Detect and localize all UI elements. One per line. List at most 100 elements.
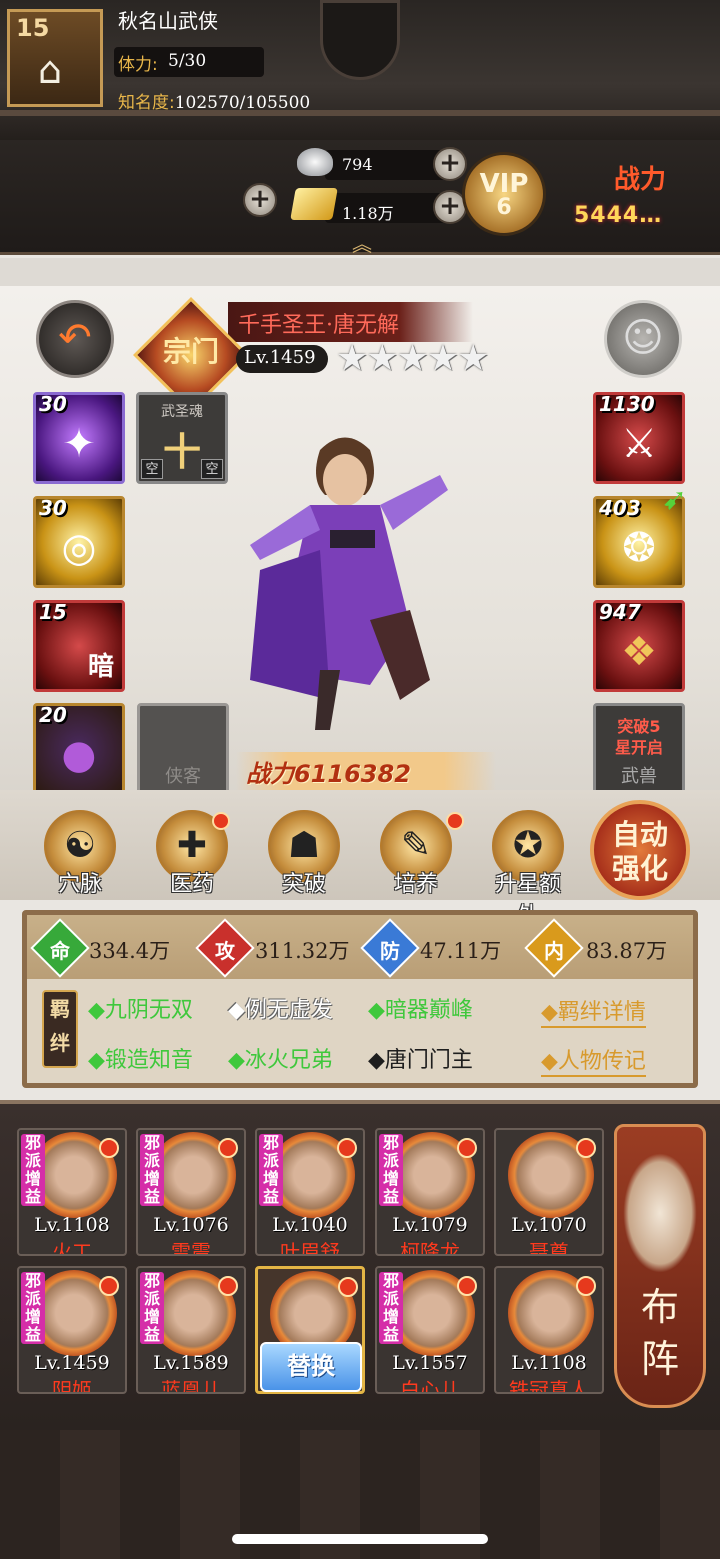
add-silver-button[interactable]: + (433, 147, 467, 181)
member-name: 雷震 (171, 1240, 211, 1256)
member-level: Lv.1459 (34, 1352, 110, 1374)
swap-button[interactable]: 替换 (260, 1342, 362, 1392)
team-member[interactable]: Lv.1108 铁冠真人 (494, 1266, 604, 1394)
skill-slot-3[interactable]: 15 暗 (33, 600, 125, 692)
team-member[interactable]: 邪派增益 Lv.1108 火工 (17, 1128, 127, 1256)
team-member[interactable]: 邪派增益 Lv.1459 阴姬 (17, 1266, 127, 1394)
bond-item: ◆唐门门主 (368, 1048, 473, 1073)
roof-beam (0, 110, 720, 116)
biography-link[interactable]: ◆人物传记 (541, 1043, 646, 1077)
action-label: 医药 (169, 872, 214, 897)
member-name: 阴姬 (52, 1378, 92, 1394)
skill-slot-1[interactable]: 30 ✦ (33, 392, 125, 484)
formation-label: 布 阵 (617, 1281, 703, 1385)
notification-dot (99, 1276, 119, 1296)
gold-value: 1.18万 (342, 204, 394, 223)
star-icon: ★ (457, 338, 489, 379)
slot-level: 20 (39, 703, 67, 727)
member-name: 白心儿 (400, 1378, 460, 1394)
add-stamina-button[interactable]: + (243, 183, 277, 217)
helper-label: 侠客 (165, 766, 201, 787)
star-icon: ★ (336, 338, 368, 379)
player-level: 15 (16, 14, 50, 42)
team-member[interactable]: 邪派增益 Lv.1589 蓝凰儿 (136, 1266, 246, 1394)
member-level: Lv.1589 (153, 1352, 229, 1374)
star-icon: ★ (366, 338, 398, 379)
action-label: 突破 (281, 872, 326, 897)
notification-dot (457, 1138, 477, 1158)
member-level: Lv.1076 (153, 1214, 229, 1236)
upgrade-arrow-icon: ➹ (662, 482, 688, 517)
attack-icon-text: 攻 (215, 939, 235, 963)
skill-slot-4[interactable]: 20 ● (33, 703, 125, 795)
hero-profile-button[interactable]: ☺ (604, 300, 682, 378)
star-icon: ★ (396, 338, 429, 379)
temple-icon: ⌂ (38, 48, 63, 92)
roof-ornament (320, 0, 400, 80)
beast-line2: 星开启 (614, 738, 663, 757)
meridian-button[interactable]: ☯ 穴脉 (38, 810, 122, 898)
header-divider (0, 258, 720, 286)
back-button[interactable]: ↶ (36, 300, 114, 378)
health-value: 334.4万 (89, 939, 171, 963)
member-level: Lv.1557 (392, 1352, 468, 1374)
silver-value: 794 (342, 155, 373, 174)
member-level: Lv.1070 (511, 1214, 587, 1236)
team-member[interactable]: 邪派增益 Lv.1557 白心儿 (375, 1266, 485, 1394)
evil-buff-tag: 邪派增益 (21, 1134, 45, 1206)
bond-detail-link[interactable]: ◆羁绊详情 (541, 994, 646, 1028)
team-member[interactable]: 邪派增益 Lv.1040 叶眉舒 (255, 1128, 365, 1256)
team-member[interactable]: 邪派增益 Lv.1079 柯降龙 (375, 1128, 485, 1256)
player-name: 秋名山武侠 (118, 9, 218, 33)
inner-power-icon-text: 内 (544, 939, 564, 963)
hero-power: 战力6116382 (246, 760, 411, 788)
team-member[interactable]: Lv.1070 聂尊 (494, 1128, 604, 1256)
hero-level: Lv.1459 (244, 347, 316, 368)
slot-level: 1130 (599, 392, 655, 416)
vip-badge[interactable]: VIP 6 (462, 152, 546, 236)
attack-value: 311.32万 (255, 939, 350, 963)
breakthrough-button[interactable]: ☗ 突破 (262, 810, 346, 898)
slot-level: 403 (599, 496, 641, 520)
member-level: Lv.1040 (272, 1214, 348, 1236)
evil-buff-tag: 邪派增益 (379, 1134, 403, 1206)
fame-label: 知名度: (118, 93, 175, 113)
slot-text: 暗 (87, 652, 114, 682)
member-level: Lv.1108 (34, 1214, 110, 1236)
member-level: Lv.1079 (392, 1214, 468, 1236)
player-avatar[interactable]: 15 ⌂ (7, 9, 103, 107)
silver-ingot-icon (297, 148, 333, 176)
evil-buff-tag: 邪派增益 (21, 1272, 45, 1344)
bond-item: ◆暗器巅峰 (368, 998, 473, 1023)
notification-dot (99, 1138, 119, 1158)
chevron-up-icon[interactable]: ︽ (352, 228, 372, 257)
member-name: 叶眉舒 (280, 1240, 340, 1256)
top-power: 战力 5444… (570, 155, 720, 235)
armor-slot[interactable]: 947 ❖ (593, 600, 685, 692)
formation-line1: 布 (640, 1285, 679, 1329)
auto-enhance-button[interactable]: 自动 强化 (590, 800, 690, 900)
slot-level: 30 (39, 496, 67, 520)
fame-row: 知名度:102570/105500 (118, 88, 310, 113)
star-rating: ★★★★★ (336, 338, 489, 379)
member-name: 蓝凰儿 (161, 1378, 221, 1394)
stamina-value: 5/30 (168, 51, 207, 71)
team-member[interactable]: 邪派增益 Lv.1076 雷震 (136, 1128, 246, 1256)
formation-button[interactable]: 布 阵 (614, 1124, 706, 1408)
gold-ingot-icon (290, 188, 338, 220)
inner-power-value: 83.87万 (586, 939, 668, 963)
defense-icon-text: 防 (380, 939, 400, 963)
beast-slot[interactable]: 突破5 星开启 武兽 (593, 703, 685, 795)
beast-locked-text: 突破5 星开启 (596, 716, 682, 758)
bond-tag: 羁绊 (42, 990, 78, 1068)
home-indicator[interactable] (232, 1534, 488, 1544)
soul-label: 武圣魂 (161, 404, 203, 420)
soul-corner-left: 空 (141, 459, 163, 479)
skill-slot-2[interactable]: 30 ◎ (33, 496, 125, 588)
action-label: 培养 (393, 872, 438, 897)
sect-label: 宗门 (163, 335, 220, 368)
action-label: 穴脉 (57, 872, 102, 897)
defense-value: 47.11万 (420, 939, 502, 963)
weapon-slot[interactable]: 1130 ⚔ (593, 392, 685, 484)
member-level: Lv.1108 (511, 1352, 587, 1374)
